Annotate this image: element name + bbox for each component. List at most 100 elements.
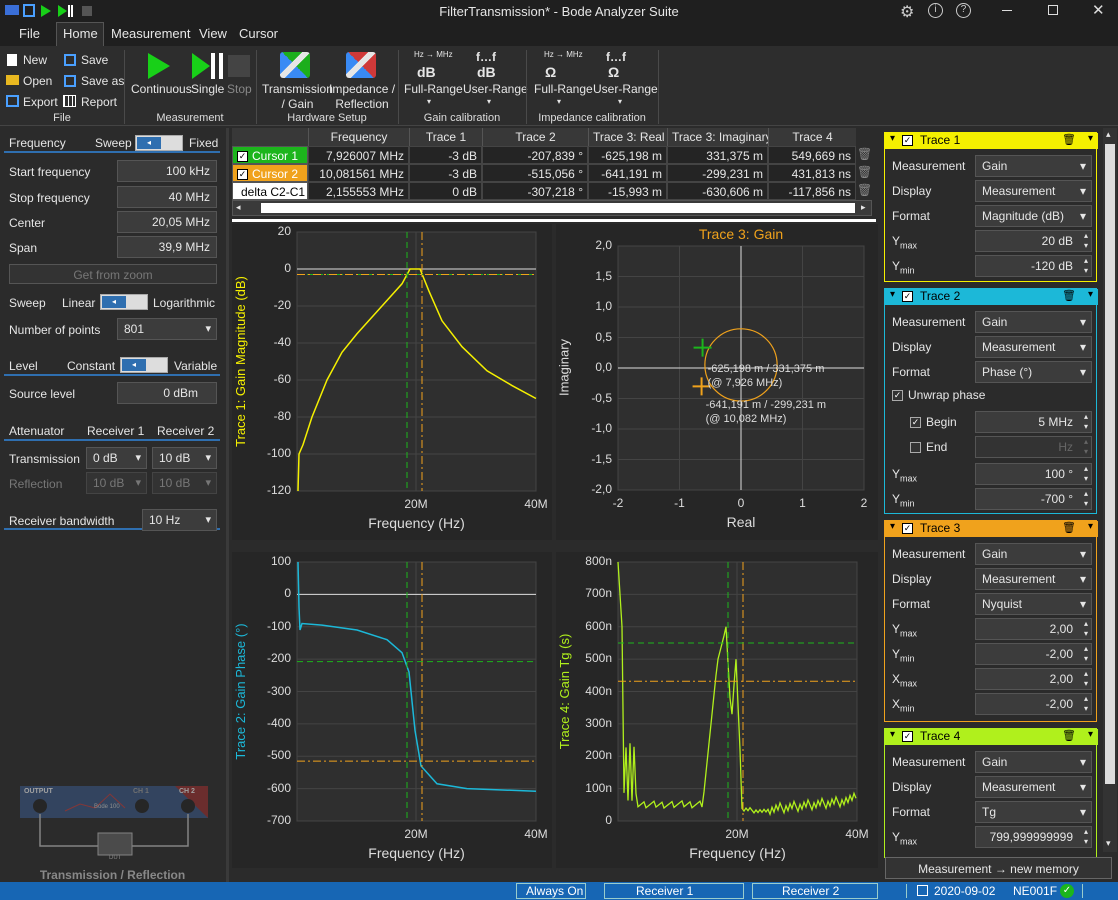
menu-home[interactable]: Home [63,26,98,41]
collapse-arrow-icon[interactable]: ▾ [890,729,895,740]
collapse-arrow-icon[interactable]: ▾ [890,289,895,300]
scroll-thumb[interactable] [1105,144,1115,784]
trace-menu-chevron-icon[interactable]: ▾ [1088,133,1093,144]
delete-cursor-icon[interactable]: 🗑 [856,182,872,200]
settings-gear-icon[interactable]: ⚙ [900,2,914,22]
trace-field-select[interactable]: Tg [975,801,1092,823]
get-from-zoom-button[interactable]: Get from zoom [9,264,217,284]
trace-visible-checkbox[interactable]: ✓ [902,135,913,146]
transmission-r2-select[interactable]: 10 dB [152,447,217,469]
trace-field-select[interactable]: Measurement [975,568,1092,590]
reflection-r1-select[interactable]: 10 dB [86,472,147,494]
unwrap-phase-checkbox[interactable]: ✓ Unwrap phase [892,388,985,402]
imp-user-range-arrow[interactable]: ▾ [618,97,622,106]
trace-visible-checkbox[interactable]: ✓ [902,523,913,534]
sweep-scale-toggle[interactable]: ◂ [100,294,148,310]
table-row-name[interactable]: delta C2-C1 [232,182,308,200]
trace-field-input[interactable]: -120 dB [975,255,1092,277]
collapse-arrow-icon[interactable]: ▾ [890,521,895,532]
end-frequency-input[interactable]: Hz [975,436,1092,458]
trace-header[interactable]: ▾ ✓ Trace 1 🗑 ▾ [885,133,1098,149]
sweep-fixed-toggle[interactable]: ◂ [135,135,183,151]
table-header-cell[interactable]: Trace 3: Imaginary [667,128,768,146]
level-toggle[interactable]: ◂ [120,357,168,373]
scroll-left-arrow[interactable]: ◂ [236,202,241,213]
trace-field-select[interactable]: Measurement [975,336,1092,358]
end-checkbox[interactable]: End [910,440,947,454]
menu-cursor[interactable]: Cursor [239,26,278,41]
center-input[interactable]: 20,05 MHz [117,211,217,233]
scroll-right-arrow[interactable]: ▸ [861,202,866,213]
span-input[interactable]: 39,9 MHz [117,236,217,258]
export-button[interactable]: Export [23,95,58,109]
delete-trace-icon[interactable]: 🗑 [1062,521,1076,534]
begin-checkbox[interactable]: ✓ Begin [910,415,957,429]
gain-user-range-button[interactable]: User-Range [463,82,528,96]
maximize-button[interactable] [1048,5,1058,15]
menu-measurement[interactable]: Measurement [111,26,190,41]
open-button[interactable]: Open [23,74,52,88]
single-play-icon[interactable] [192,53,210,79]
trace-field-input[interactable]: 100 ° [975,463,1092,485]
left-panel-divider[interactable] [226,128,229,882]
table-header-cell[interactable]: Trace 3: Real [588,128,667,146]
imp-full-range-button[interactable]: Full-Range [534,82,593,96]
table-header-cell[interactable]: Frequency [308,128,409,146]
save-button[interactable]: Save [81,53,108,67]
new-button[interactable]: New [23,53,47,67]
minimize-button[interactable] [1002,10,1012,11]
trace-field-input[interactable]: 20 dB [975,230,1092,252]
close-button[interactable]: ✕ [1092,1,1105,19]
trace-menu-chevron-icon[interactable]: ▾ [1088,729,1093,740]
save-as-button[interactable]: Save as [81,74,124,88]
single-button[interactable]: Single [191,82,224,96]
delete-trace-icon[interactable]: 🗑 [1062,289,1076,302]
trace-field-input[interactable]: 799,999999999 [975,826,1092,848]
table-row-name[interactable]: ✓ Cursor 1 [232,146,308,164]
table-header-cell[interactable]: Trace 4 [768,128,856,146]
menu-view[interactable]: View [199,26,227,41]
table-header-cell[interactable]: Trace 2 [482,128,588,146]
trace-field-select[interactable]: Gain [975,155,1092,177]
begin-frequency-input[interactable]: 5 MHz [975,411,1092,433]
points-select[interactable]: 801 [117,318,217,340]
scroll-up-arrow[interactable]: ▴ [1106,129,1111,140]
report-button[interactable]: Report [81,95,117,109]
gain-full-range-arrow[interactable]: ▾ [427,97,431,106]
table-row-name[interactable]: ✓ Cursor 2 [232,164,308,182]
trace-visible-checkbox[interactable]: ✓ [902,291,913,302]
table-h-scrollbar[interactable]: ◂ ▸ [232,200,872,216]
trace-field-select[interactable]: Magnitude (dB) [975,205,1092,227]
cursor-visible-checkbox[interactable]: ✓ [237,169,248,181]
trace-visible-checkbox[interactable]: ✓ [902,731,913,742]
scroll-down-arrow[interactable]: ▾ [1106,838,1111,849]
stop-button[interactable]: Stop [227,82,252,96]
scroll-thumb[interactable] [261,203,855,213]
imp-user-range-button[interactable]: User-Range [593,82,658,96]
trace-field-select[interactable]: Measurement [975,776,1092,798]
trace-field-select[interactable]: Measurement [975,180,1092,202]
trace-field-select[interactable]: Gain [975,543,1092,565]
table-header-cell[interactable]: Trace 1 [409,128,482,146]
transmission-gain-button[interactable]: Transmission / Gain [262,82,333,112]
gain-full-range-button[interactable]: Full-Range [404,82,463,96]
trace-field-select[interactable]: Gain [975,751,1092,773]
trace-menu-chevron-icon[interactable]: ▾ [1088,521,1093,532]
continuous-play-icon[interactable] [148,53,170,79]
info-icon[interactable]: i [928,3,943,18]
reflection-r2-select[interactable]: 10 dB [152,472,217,494]
trace-field-input[interactable]: 2,00 [975,668,1092,690]
cursor-visible-checkbox[interactable]: ✓ [237,151,248,163]
right-scrollbar[interactable]: ▴ ▾ [1103,128,1117,852]
collapse-arrow-icon[interactable]: ▾ [890,133,895,144]
trace-field-select[interactable]: Nyquist [975,593,1092,615]
trace-field-input[interactable]: -2,00 [975,693,1092,715]
imp-full-range-arrow[interactable]: ▾ [557,97,561,106]
transmission-r1-select[interactable]: 0 dB [86,447,147,469]
trace-field-input[interactable]: 2,00 [975,618,1092,640]
trace-field-input[interactable]: -700 ° [975,488,1092,510]
measurement-new-memory-button[interactable]: Measurement → new memory [885,857,1112,879]
delete-cursor-icon[interactable]: 🗑 [856,164,872,182]
gain-user-range-arrow[interactable]: ▾ [487,97,491,106]
continuous-button[interactable]: Continuous [131,82,192,96]
